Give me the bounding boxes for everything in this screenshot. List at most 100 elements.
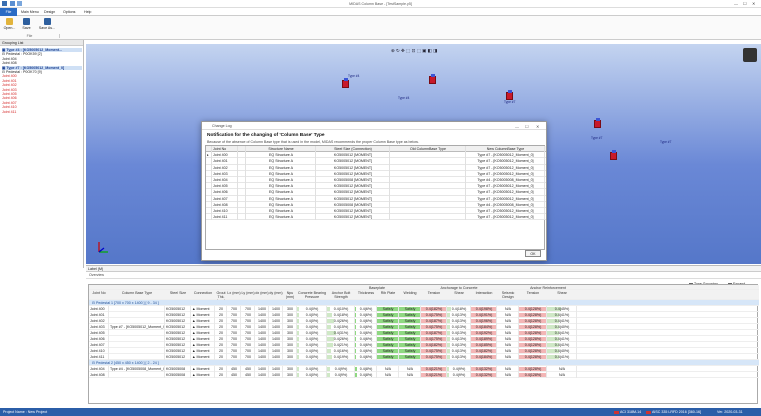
save-icon [23, 18, 30, 25]
window-title: MIDAS Column Base - [TestSample.y5] [349, 1, 412, 6]
table-cell: KO5005008 [165, 372, 191, 378]
table-cell: N/A [497, 372, 519, 378]
dialog-maximize-button[interactable]: ☐ [525, 124, 529, 129]
column-header: Welding [403, 291, 417, 295]
table-cell: 0.4(8%) [355, 372, 377, 378]
column-header: Connection [193, 291, 213, 295]
title-bar: MIDAS Column Base - [TestSample.y5] — ☐ … [0, 0, 761, 8]
column-base-model [342, 78, 349, 88]
change-log-dialog: Change Log — ☐ ✕ Notification for the ch… [201, 121, 547, 261]
save-as-button[interactable]: Save As... [36, 18, 58, 30]
column-header: Joint No [92, 291, 106, 295]
column-header: Shear [454, 291, 464, 295]
dialog-subtitle: Because of the absence of Column Base ty… [207, 140, 419, 144]
code-aci-label: ACI 318M-14 [620, 410, 642, 414]
column-header: Ly (mm) [241, 291, 255, 295]
column-base-model [429, 74, 436, 84]
column-header: Tension [526, 291, 540, 295]
table-cell: 20 [215, 372, 227, 378]
table-cell: 0.4(132%) [471, 372, 497, 378]
column-header: dx (mm) [255, 291, 269, 295]
group-header: Anchor Reinforcement [530, 285, 566, 290]
type-label: Type #4 [348, 74, 360, 78]
table-cell: 0.4(9%) [447, 372, 471, 378]
version: Ver. 2020-03-31 [717, 410, 743, 414]
code-aci: ACI 318M-14 [614, 408, 641, 416]
column-base-model [610, 150, 617, 160]
group-header: Anchorage to Concrete [440, 285, 478, 290]
dialog-close-button[interactable]: ✕ [536, 124, 539, 129]
menu-bar: File Main Menu Design Options Help [0, 8, 761, 16]
menu-help[interactable]: Help [84, 10, 91, 14]
column-header: Lx (mm) [227, 291, 241, 295]
minimize-button[interactable]: — [734, 1, 738, 6]
menu-design[interactable]: Design [44, 10, 55, 14]
column-header: Concrete Bearing Pressure [298, 291, 326, 299]
flag-icon [646, 410, 651, 414]
table-cell: KO5005012 [MOMENT] [316, 214, 390, 221]
table-row[interactable]: Joint 408 KO5005008 ▲ Moment 20 450 450 1400 14… [89, 372, 759, 378]
overview-title: Overview [86, 272, 761, 279]
grouping-header: Grouping List [0, 40, 83, 46]
table-cell: EQ Structure A [246, 214, 316, 221]
column-header: Grout Thk. (mm) [216, 291, 226, 300]
navigation-cube-icon[interactable] [743, 48, 757, 62]
table-cell: Joint 408 [89, 372, 109, 378]
table-cell: 1400 [255, 372, 269, 378]
column-base-model [594, 118, 601, 128]
flag-icon [614, 410, 619, 414]
table-cell [109, 372, 165, 378]
type-label: Type #7 [660, 140, 672, 144]
save-button[interactable]: Save [19, 18, 34, 30]
table-row[interactable]: Joint 411 EQ Structure A KO5005012 [MOMENT… [206, 214, 546, 221]
dialog-title: Change Log [202, 122, 546, 130]
table-cell: ▲ Moment [191, 372, 215, 378]
table-cell: 0.4(121%) [421, 372, 447, 378]
table-cell: Type #7 - [KO5005012_Moment_0] [466, 214, 545, 221]
open-label: Open... [3, 26, 16, 30]
dialog-heading: Notification for the changing of 'Column… [207, 133, 325, 138]
label-bar: Label (M) [86, 265, 761, 272]
change-log-table: Joint No Structure Name Steel Size (Connec… [205, 145, 546, 250]
status-bar: Project Name : New Project ACI 318M-14 A… [0, 408, 761, 416]
type-label: Type #4 [398, 96, 410, 100]
column-header: Column Base Type [121, 291, 153, 295]
table-cell: 1400 [269, 372, 283, 378]
code-aisc-label: AISC 335 LRFD 2016 [360-16] [652, 410, 701, 414]
table-cell: N/A [399, 372, 421, 378]
menu-options[interactable]: Options [63, 10, 75, 14]
folder-icon [6, 18, 13, 25]
save-as-icon [43, 18, 51, 25]
ribbon: Open... Save Save As... File [0, 16, 761, 40]
file-menu-button[interactable]: File [0, 8, 17, 16]
maximize-button[interactable]: ☐ [743, 1, 747, 6]
type-label: Type #7 [591, 136, 603, 140]
table-cell: 0.4(128%) [519, 372, 547, 378]
open-button[interactable]: Open... [2, 18, 17, 30]
menu-main[interactable]: Main Menu [21, 10, 39, 14]
overview-table: Baseplate Anchorage to Concrete Anchor Rei… [88, 284, 759, 404]
column-header: Steel Size [169, 291, 187, 295]
column-header: Npu (mm) [285, 291, 295, 299]
dialog-minimize-button[interactable]: — [515, 124, 519, 129]
column-header: Tension [427, 291, 441, 295]
view-toolbar[interactable]: ⊕ ↻ ✥ ⬚ ⊡ ⬚ ▣ ◧ ◨ [391, 48, 437, 54]
type-label: Type #7 [504, 100, 516, 104]
ok-button[interactable]: OK [525, 250, 541, 257]
close-button[interactable]: ✕ [752, 1, 755, 6]
table-cell: N/A [547, 372, 577, 378]
table-cell: 0.4(0%) [297, 372, 327, 378]
column-header: Seismic Design [501, 291, 515, 299]
save-as-label: Save As... [38, 26, 56, 30]
table-cell: Joint 411 [212, 214, 238, 221]
ribbon-group-file: File [0, 34, 60, 38]
tree-item[interactable]: Joint 411 [2, 110, 82, 114]
save-label: Save [22, 26, 31, 30]
table-cell: 450 [241, 372, 255, 378]
table-cell: N/A [377, 372, 399, 378]
project-name: Project Name : New Project [3, 410, 48, 414]
column-base-model [506, 90, 513, 100]
axis-triad-icon [98, 242, 108, 253]
column-header: dy (mm) [269, 291, 283, 295]
overview-header-row: Joint No Column Base Type Steel Size Connec… [89, 290, 759, 300]
